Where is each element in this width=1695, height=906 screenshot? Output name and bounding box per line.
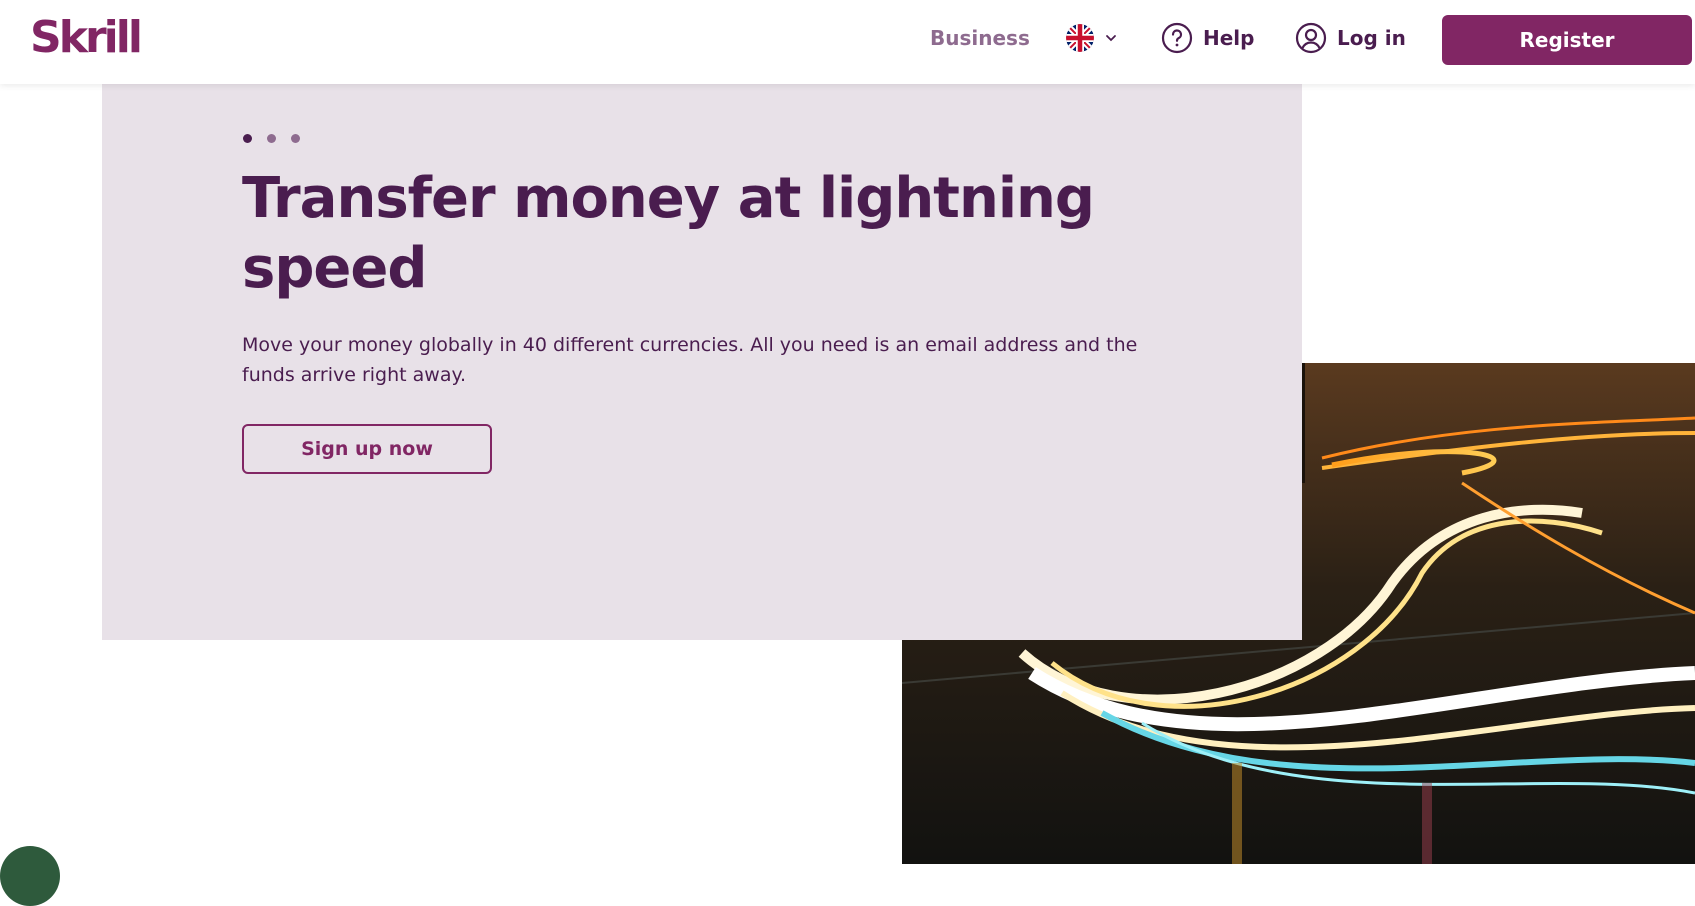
uk-flag-icon	[1066, 24, 1094, 52]
register-button[interactable]: Register	[1442, 15, 1692, 65]
sign-up-button[interactable]: Sign up now	[242, 424, 492, 474]
nav-business-link[interactable]: Business	[930, 26, 1030, 50]
user-icon	[1295, 22, 1327, 54]
carousel-dot[interactable]	[267, 134, 276, 143]
chat-widget-button[interactable]	[0, 846, 60, 906]
hero-description: Move your money globally in 40 different…	[242, 334, 1138, 386]
carousel-dot[interactable]	[243, 134, 252, 143]
language-selector[interactable]	[1066, 24, 1118, 52]
help-label: Help	[1203, 26, 1255, 50]
carousel-dots	[243, 134, 300, 143]
carousel-dot[interactable]	[291, 134, 300, 143]
hero-title: Transfer money at lightning speed	[242, 166, 1095, 301]
help-icon	[1161, 22, 1193, 54]
site-header: Skrill Business Help Log in Register	[0, 0, 1695, 84]
skrill-logo[interactable]: Skrill	[30, 12, 143, 63]
hero-panel: Transfer money at lightning speed Move y…	[102, 84, 1302, 640]
nav-login-link[interactable]: Log in	[1295, 22, 1406, 54]
nav-help-link[interactable]: Help	[1161, 22, 1254, 54]
login-label: Log in	[1337, 26, 1406, 50]
chevron-down-icon	[1106, 35, 1116, 42]
